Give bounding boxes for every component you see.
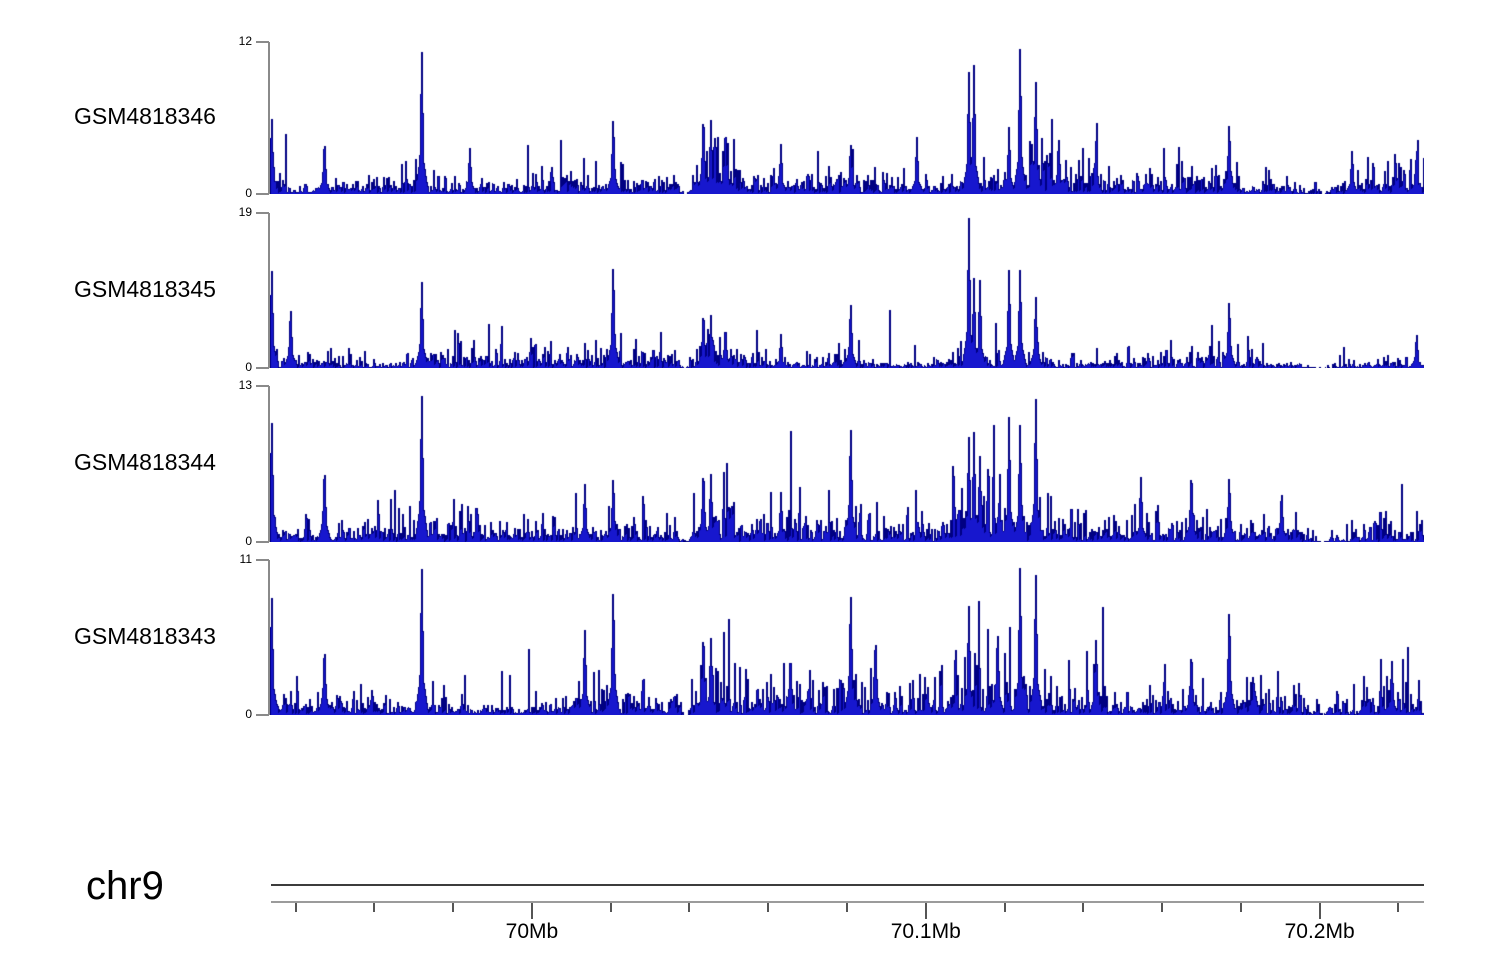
axis-tick-label: 70.2Mb: [1250, 920, 1390, 944]
track-label: GSM4818343: [74, 623, 216, 650]
axis-minor-tick: [452, 903, 454, 912]
axis-tick-label: 70Mb: [462, 920, 602, 944]
axis-major-tick: [531, 903, 533, 919]
signal-histogram: [270, 386, 1424, 542]
y-axis-max-label: 19: [180, 205, 252, 219]
y-axis-zero-label: 0: [180, 186, 252, 200]
axis-minor-tick: [1161, 903, 1163, 912]
signal-histogram: [270, 560, 1424, 715]
signal-histogram: [270, 42, 1424, 194]
y-axis-zero-label: 0: [180, 707, 252, 721]
axis-minor-tick: [610, 903, 612, 912]
axis-minor-tick: [1082, 903, 1084, 912]
chromosome-label: chr9: [86, 864, 164, 909]
track-label: GSM4818344: [74, 449, 216, 476]
axis-minor-tick: [688, 903, 690, 912]
y-axis-max-label: 12: [180, 34, 252, 48]
axis-minor-tick: [846, 903, 848, 912]
y-axis-max-label: 13: [180, 378, 252, 392]
genome-browser-figure: GSM4818346 12 0 GSM4818345 19 0 GSM4818344 13 0 G…: [0, 0, 1500, 980]
track-label: GSM4818345: [74, 276, 216, 303]
signal-histogram: [270, 213, 1424, 368]
axis-tick-label: 70.1Mb: [856, 920, 996, 944]
axis-minor-tick: [295, 903, 297, 912]
track-label: GSM4818346: [74, 103, 216, 130]
y-axis-zero-label: 0: [180, 534, 252, 548]
axis-minor-tick: [1397, 903, 1399, 912]
axis-minor-tick: [767, 903, 769, 912]
axis-minor-tick: [1240, 903, 1242, 912]
axis-major-tick: [1319, 903, 1321, 919]
axis-minor-tick: [373, 903, 375, 912]
y-axis-max-label: 11: [180, 552, 252, 566]
axis-major-tick: [925, 903, 927, 919]
axis-minor-tick: [1004, 903, 1006, 912]
axis-line-upper: [271, 884, 1424, 886]
y-axis-zero-label: 0: [180, 360, 252, 374]
